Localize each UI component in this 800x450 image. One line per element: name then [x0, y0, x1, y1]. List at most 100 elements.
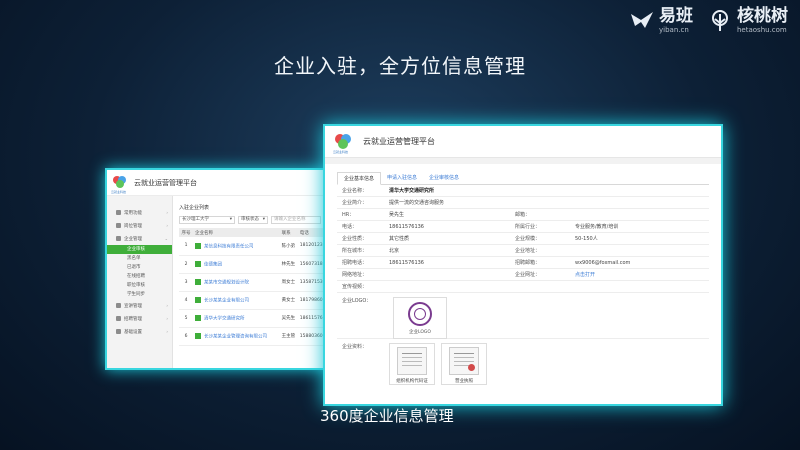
chevron-right-icon: ›: [166, 316, 168, 321]
field-label: 企业网址：: [515, 272, 541, 278]
table-header: 序号 企业名称 联系 电话: [179, 228, 337, 237]
recruit-phone-value: 18611576136: [389, 259, 424, 266]
company-search-input[interactable]: 请输入企业名称: [271, 216, 321, 224]
brand-small-text: 云就业科技: [111, 189, 127, 194]
toolbar-strip: [325, 158, 721, 164]
open-website-link[interactable]: 点击打开: [575, 271, 595, 278]
company-link[interactable]: 长沙某某企业管理咨询有限公司: [193, 327, 280, 346]
company-link[interactable]: 长沙某某企业有限公司: [193, 291, 280, 310]
col-company: 企业名称: [193, 228, 280, 237]
form-row: 招聘电话： 18611576136 招聘邮箱： wx9006@foxmail.c…: [337, 257, 709, 269]
field-label: 企业资料：: [342, 344, 368, 350]
company-files: 组织机构代码证 营业执照: [389, 343, 487, 385]
status-select[interactable]: 审核状态 ▾: [238, 216, 268, 224]
table-row[interactable]: 1 某信息科技有限责任公司 陈小弟 18120123769: [179, 237, 337, 256]
app-logo: 云就业科技: [111, 175, 129, 194]
table-row[interactable]: 2 佳德集团 林先生 15607318601: [179, 255, 337, 274]
business-license-thumbnail[interactable]: 营业执照: [441, 343, 487, 385]
status-select-value: 审核状态: [241, 217, 259, 222]
sidebar-group-label: 招聘管理: [124, 316, 142, 322]
field-label: 所属行业：: [515, 224, 541, 230]
field-label: 邮箱：: [515, 212, 531, 218]
form-row: 企业性质： 其它性质 企业规模： 50-150人: [337, 233, 709, 245]
sidebar-group-label: 岗位管理: [124, 223, 142, 229]
field-label: 招聘邮箱：: [515, 260, 541, 266]
field-label: 企业地址：: [515, 248, 541, 254]
form-row: 企业LOGO： 企业LOGO: [337, 293, 709, 339]
detail-tabs: 企业基本信息 申请入驻信息 企业审核信息: [337, 172, 709, 185]
company-link[interactable]: 某某市交通规划设计院: [193, 273, 280, 292]
company-icon: [195, 260, 201, 267]
sidebar-group-common[interactable]: 常用功能 ›: [107, 206, 172, 219]
field-label: 企业规模：: [515, 236, 541, 242]
table-row[interactable]: 3 某某市交通规划设计院 周女士 13587153988: [179, 273, 337, 292]
sidebar-item-company-review[interactable]: 企业审核: [107, 245, 172, 254]
sidebar-group-label: 基础设置: [124, 329, 142, 335]
sidebar-item-position-review[interactable]: 职位审核: [107, 281, 172, 290]
field-label: 电话：: [342, 224, 358, 230]
sidebar-item-student-sync[interactable]: 学生同步: [107, 290, 172, 299]
company-name-value: 清华大学交通研究所: [389, 188, 435, 194]
sidebar-group-settings[interactable]: 基础设置 ›: [107, 325, 172, 338]
org-code-cert-thumbnail[interactable]: 组织机构代码证: [389, 343, 435, 385]
brand-logos: 易班 yiban.cn 核桃树 hetaoshu.com: [629, 8, 788, 34]
col-index: 序号: [179, 228, 193, 237]
row-index: 4: [179, 291, 193, 310]
form-row: 电话： 18611576136 所属行业： 专业服务/教育/培训: [337, 221, 709, 233]
sidebar-group-recruit[interactable]: 招聘管理 ›: [107, 312, 172, 325]
app-header: 云就业科技 云就业运营管理平台: [325, 126, 721, 158]
hetaoshu-domain: hetaoshu.com: [737, 26, 787, 34]
sidebar-group-label: 常用功能: [124, 210, 142, 216]
sidebar-group-label: 企业管理: [124, 236, 142, 242]
chevron-down-icon: ▾: [229, 217, 232, 222]
field-label: 宣传视频：: [342, 284, 368, 290]
yiban-domain: yiban.cn: [659, 26, 689, 34]
company-link[interactable]: 佳德集团: [193, 255, 280, 274]
sidebar-group-companies[interactable]: 企业管理 ⌄: [107, 232, 172, 245]
company-name: 佳德集团: [204, 262, 222, 268]
sidebar-item-online-recruit[interactable]: 在线招聘: [107, 272, 172, 281]
tab-basic-info[interactable]: 企业基本信息: [337, 172, 382, 185]
tab-review-info[interactable]: 企业审核信息: [423, 172, 465, 184]
building-icon: [116, 236, 121, 241]
sidebar: 常用功能 › 岗位管理 › 企业管理 ⌄ 企业审核 黑名单 已退市 在线招聘 职位审核…: [107, 196, 173, 368]
row-index: 5: [179, 309, 193, 328]
company-name: 长沙某某企业管理咨询有限公司: [204, 334, 267, 340]
chevron-down-icon: ▾: [262, 217, 265, 222]
document-icon: [397, 347, 427, 375]
field-label: 所在城市：: [342, 248, 368, 254]
table-row[interactable]: 5 清华大学交通研究所 吴先生 18611576136: [179, 309, 337, 328]
form-row: 所在城市： 北京 企业地址：: [337, 245, 709, 257]
sidebar-item-blacklist[interactable]: 黑名单: [107, 254, 172, 263]
field-label: 企业LOGO：: [342, 298, 372, 304]
tab-application-info[interactable]: 申请入驻信息: [381, 172, 423, 184]
company-detail-window: 云就业科技 云就业运营管理平台 企业基本信息 申请入驻信息 企业审核信息 企业名…: [323, 124, 723, 406]
table-row[interactable]: 4 长沙某某企业有限公司 黄女士 18179860123: [179, 291, 337, 310]
form-row: 企业名称： 清华大学交通研究所: [337, 185, 709, 197]
sidebar-group-talks[interactable]: 宣讲管理 ›: [107, 299, 172, 312]
field-label: 网络地址：: [342, 272, 368, 278]
sidebar-group-jobs[interactable]: 岗位管理 ›: [107, 219, 172, 232]
field-label: 企业简介：: [342, 200, 368, 206]
school-select[interactable]: 长沙理工大学 ▾: [179, 216, 235, 224]
city-value: 北京: [389, 248, 400, 254]
sidebar-item-delisted[interactable]: 已退市: [107, 263, 172, 272]
hetaoshu-name: 核桃树: [737, 6, 788, 26]
company-link[interactable]: 某信息科技有限责任公司: [193, 237, 280, 256]
chevron-right-icon: ›: [166, 223, 168, 228]
table-row[interactable]: 6 长沙某某企业管理咨询有限公司 王主管 15880360000: [179, 327, 337, 346]
row-index: 6: [179, 327, 193, 346]
app-title: 云就业运营管理平台: [363, 137, 435, 146]
company-link[interactable]: 清华大学交通研究所: [193, 309, 280, 328]
contact-cell: 王主管: [279, 327, 298, 346]
chevron-right-icon: ›: [166, 210, 168, 215]
company-logo-image[interactable]: 企业LOGO: [393, 297, 447, 339]
home-icon: [116, 210, 121, 215]
field-label: 招聘电话：: [342, 260, 368, 266]
company-name: 长沙某某企业有限公司: [204, 298, 249, 304]
contact-cell: 吴先生: [279, 309, 298, 328]
file-caption: 营业执照: [455, 379, 473, 384]
recruit-email-value: wx9006@foxmail.com: [575, 259, 631, 266]
university-seal-icon: [408, 301, 432, 326]
company-icon: [195, 332, 201, 339]
